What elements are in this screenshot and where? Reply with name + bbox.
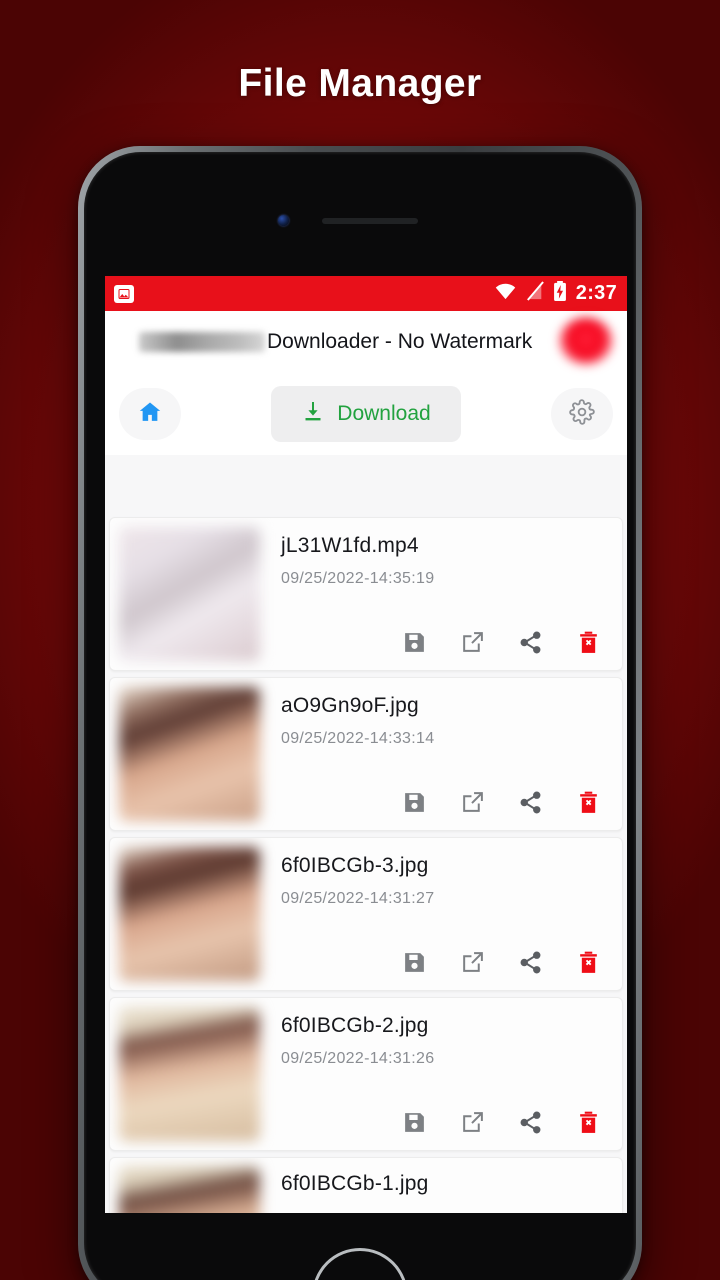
file-list: jL31W1fd.mp4 09/25/2022-14:35:19 aO9Gn9o… [105,517,627,1213]
table-row[interactable]: aO9Gn9oF.jpg 09/25/2022-14:33:14 [109,677,623,831]
tab-bar: Download [105,373,627,455]
open-external-icon[interactable] [458,628,486,656]
table-row[interactable]: 6f0IBCGb-1.jpg [109,1157,623,1213]
signal-off-icon [526,281,544,306]
tab-download[interactable]: Download [271,386,461,442]
blurred-app-prefix [139,332,265,352]
earpiece-speaker [322,218,418,224]
home-button[interactable] [312,1248,408,1280]
front-camera-icon [278,215,289,226]
download-icon [301,400,325,429]
share-icon[interactable] [516,948,544,976]
row-actions [281,788,608,820]
row-actions [281,1108,608,1140]
phone-screen: 2:37 Downloader - No Watermark Download … [105,276,627,1213]
list-header-band [105,455,627,517]
home-icon [137,399,163,430]
open-external-icon[interactable] [458,788,486,816]
save-icon[interactable] [400,948,428,976]
file-thumbnail[interactable] [118,526,261,662]
open-external-icon[interactable] [458,948,486,976]
file-date: 09/25/2022-14:35:19 [281,570,435,587]
file-thumbnail[interactable] [118,686,261,822]
table-row[interactable]: 6f0IBCGb-3.jpg 09/25/2022-14:31:27 [109,837,623,991]
table-row[interactable]: jL31W1fd.mp4 09/25/2022-14:35:19 [109,517,623,671]
row-actions [281,948,608,980]
tab-home[interactable] [119,388,181,440]
share-icon[interactable] [516,628,544,656]
wifi-icon [494,282,517,305]
file-name: 6f0IBCGb-1.jpg [281,1172,429,1195]
share-icon[interactable] [516,788,544,816]
save-icon[interactable] [400,628,428,656]
save-icon[interactable] [400,788,428,816]
file-date: 09/25/2022-14:31:26 [281,1050,435,1067]
page-title: File Manager [238,62,482,105]
app-bar: Downloader - No Watermark [105,311,627,373]
image-icon [114,284,134,303]
gear-icon [569,398,595,430]
profile-avatar[interactable] [559,317,613,365]
file-name: 6f0IBCGb-2.jpg [281,1014,429,1037]
tab-download-label: Download [337,402,431,425]
phone-frame: 2:37 Downloader - No Watermark Download … [78,146,642,1280]
file-date: 09/25/2022-14:33:14 [281,730,435,747]
delete-icon[interactable] [574,948,602,976]
file-name: jL31W1fd.mp4 [281,534,419,557]
phone-body: 2:37 Downloader - No Watermark Download … [84,152,636,1280]
tab-settings[interactable] [551,388,613,440]
file-name: aO9Gn9oF.jpg [281,694,419,717]
file-date: 09/25/2022-14:31:27 [281,890,435,907]
app-title: Downloader - No Watermark [267,330,533,353]
save-icon[interactable] [400,1108,428,1136]
status-time: 2:37 [575,282,617,304]
share-icon[interactable] [516,1108,544,1136]
delete-icon[interactable] [574,628,602,656]
open-external-icon[interactable] [458,1108,486,1136]
delete-icon[interactable] [574,1108,602,1136]
table-row[interactable]: 6f0IBCGb-2.jpg 09/25/2022-14:31:26 [109,997,623,1151]
file-thumbnail[interactable] [118,846,261,982]
file-name: 6f0IBCGb-3.jpg [281,854,429,877]
row-actions [281,628,608,660]
file-thumbnail[interactable] [118,1006,261,1142]
battery-charging-icon [553,280,567,307]
delete-icon[interactable] [574,788,602,816]
file-thumbnail[interactable] [118,1166,261,1213]
status-bar: 2:37 [105,276,627,311]
